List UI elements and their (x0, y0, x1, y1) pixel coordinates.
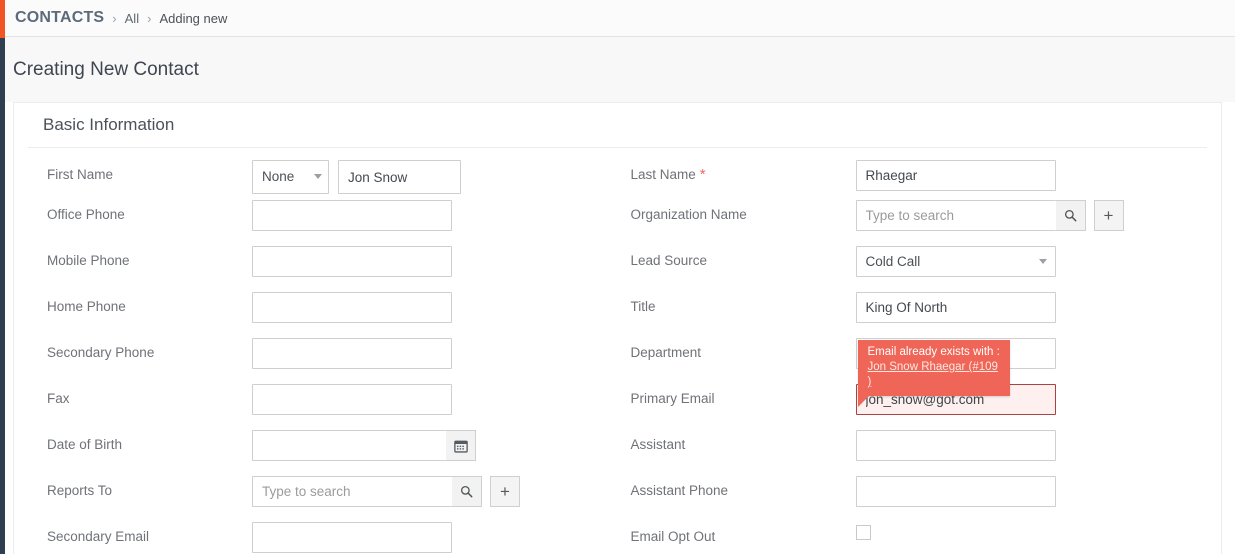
breadcrumb: CONTACTS › All › Adding new (5, 0, 1235, 37)
card-header: Basic Information (28, 103, 1207, 148)
field-label: Lead Source (630, 253, 708, 268)
reports-to-search-button[interactable] (452, 476, 482, 507)
breadcrumb-root[interactable]: CONTACTS (15, 9, 104, 27)
field-secondary-phone: Secondary Phone (14, 338, 618, 369)
required-marker: * (699, 166, 706, 183)
date-picker-button[interactable] (446, 430, 476, 461)
error-message-text: Email already exists with : (867, 346, 1000, 358)
reports-to-create-button[interactable]: + (490, 476, 520, 507)
organization-create-button[interactable]: + (1093, 200, 1124, 231)
field-label: Home Phone (47, 299, 126, 314)
last-name-input[interactable] (855, 160, 1056, 191)
assistant-input[interactable] (855, 430, 1056, 461)
reports-to-input[interactable] (252, 476, 452, 507)
home-phone-input[interactable] (252, 292, 452, 323)
field-lead-source: Lead Source Cold Call (618, 246, 1222, 277)
field-email-opt-out: Email Opt Out (618, 522, 1222, 546)
field-office-phone: Office Phone (14, 200, 618, 231)
breadcrumb-separator-icon: › (147, 10, 152, 26)
mobile-phone-input[interactable] (252, 246, 452, 277)
plus-icon: + (500, 482, 510, 501)
page-title: Creating New Contact (13, 58, 199, 80)
field-home-phone: Home Phone (14, 292, 618, 323)
lead-source-select[interactable]: Cold Call (855, 246, 1056, 277)
form-row: Reports To + (14, 476, 1221, 522)
field-label: Date of Birth (47, 437, 123, 452)
form-row: Fax Primary Email Email already exists w… (14, 340, 1222, 430)
plus-icon: + (1103, 206, 1114, 225)
field-primary-email: Primary Email Email already exists with … (618, 340, 1222, 415)
field-last-name: Last Name * (618, 160, 1222, 191)
field-fax: Fax (14, 384, 618, 415)
salutation-select-value: None (252, 160, 329, 194)
field-label: Secondary Email (47, 529, 150, 544)
field-label: Mobile Phone (47, 253, 130, 268)
secondary-email-input[interactable] (252, 522, 452, 553)
basic-information-card: Basic Information First Name None Jon Sn… (13, 102, 1222, 554)
fax-input[interactable] (252, 384, 452, 415)
page-title-band: Creating New Contact (5, 37, 1235, 102)
email-opt-out-checkbox[interactable] (855, 525, 871, 540)
field-label: Fax (47, 391, 70, 406)
organization-name-input[interactable] (855, 200, 1056, 231)
contact-create-page: CONTACTS › All › Adding new Creating New… (0, 0, 1235, 554)
field-mobile-phone: Mobile Phone (14, 246, 618, 277)
email-duplicate-error-tooltip: Email already exists with : Jon Snow Rha… (857, 340, 1010, 407)
field-label: Email Opt Out (630, 529, 716, 544)
breadcrumb-item-adding-new: Adding new (159, 10, 228, 26)
field-reports-to: Reports To + (14, 476, 618, 507)
assistant-phone-input[interactable] (855, 476, 1056, 507)
field-title: Title (618, 292, 1222, 323)
field-label: Organization Name (630, 207, 747, 222)
field-first-name: First Name None (14, 160, 618, 194)
field-label: Office Phone (47, 207, 125, 222)
form-row: Home Phone Title (14, 292, 1221, 338)
date-of-birth-input[interactable] (252, 430, 446, 461)
form-row: Mobile Phone Lead Source Cold Call (14, 246, 1221, 292)
form-body: First Name None Last Name* (14, 148, 1221, 554)
field-assistant: Assistant (618, 430, 1222, 461)
search-icon (460, 485, 473, 498)
lead-source-select-value: Cold Call (855, 246, 1056, 277)
form-row: First Name None Last Name* (14, 148, 1221, 200)
section-title: Basic Information (43, 115, 175, 134)
field-organization-name: Organization Name + (618, 200, 1222, 231)
salutation-select[interactable]: None (252, 160, 329, 194)
field-label: Department (630, 345, 702, 360)
field-secondary-email: Secondary Email (14, 522, 618, 553)
field-label: Title (630, 299, 656, 314)
organization-search-button[interactable] (1055, 200, 1086, 231)
field-label: First Name (47, 167, 114, 182)
calendar-icon (453, 440, 468, 453)
secondary-phone-input[interactable] (252, 338, 452, 369)
breadcrumb-separator-icon: › (112, 10, 117, 26)
field-date-of-birth: Date of Birth (14, 430, 618, 461)
field-label: Assistant (630, 437, 686, 452)
field-label: Assistant Phone (630, 483, 729, 498)
breadcrumb-item-all[interactable]: All (125, 11, 139, 26)
form-row: Office Phone Organization Name Type to s… (14, 200, 1221, 246)
accent-rail-navy (0, 38, 5, 554)
search-icon (1064, 209, 1076, 222)
field-label: Last Name (630, 167, 696, 182)
office-phone-input[interactable] (252, 200, 452, 231)
title-input[interactable] (855, 292, 1056, 323)
field-assistant-phone: Assistant Phone (618, 476, 1222, 507)
form-row: Date of Birth Assistant (14, 430, 1221, 476)
field-label: Reports To (47, 483, 113, 498)
field-label: Secondary Phone (47, 345, 155, 360)
error-duplicate-record-link[interactable]: Jon Snow Rhaegar (#109 ) (868, 360, 1003, 390)
form-row: Secondary Phone Department (14, 338, 1221, 384)
first-name-input[interactable] (338, 160, 461, 194)
form-row: Secondary Email Email Opt Out (14, 522, 1221, 554)
field-label: Primary Email (630, 391, 715, 406)
